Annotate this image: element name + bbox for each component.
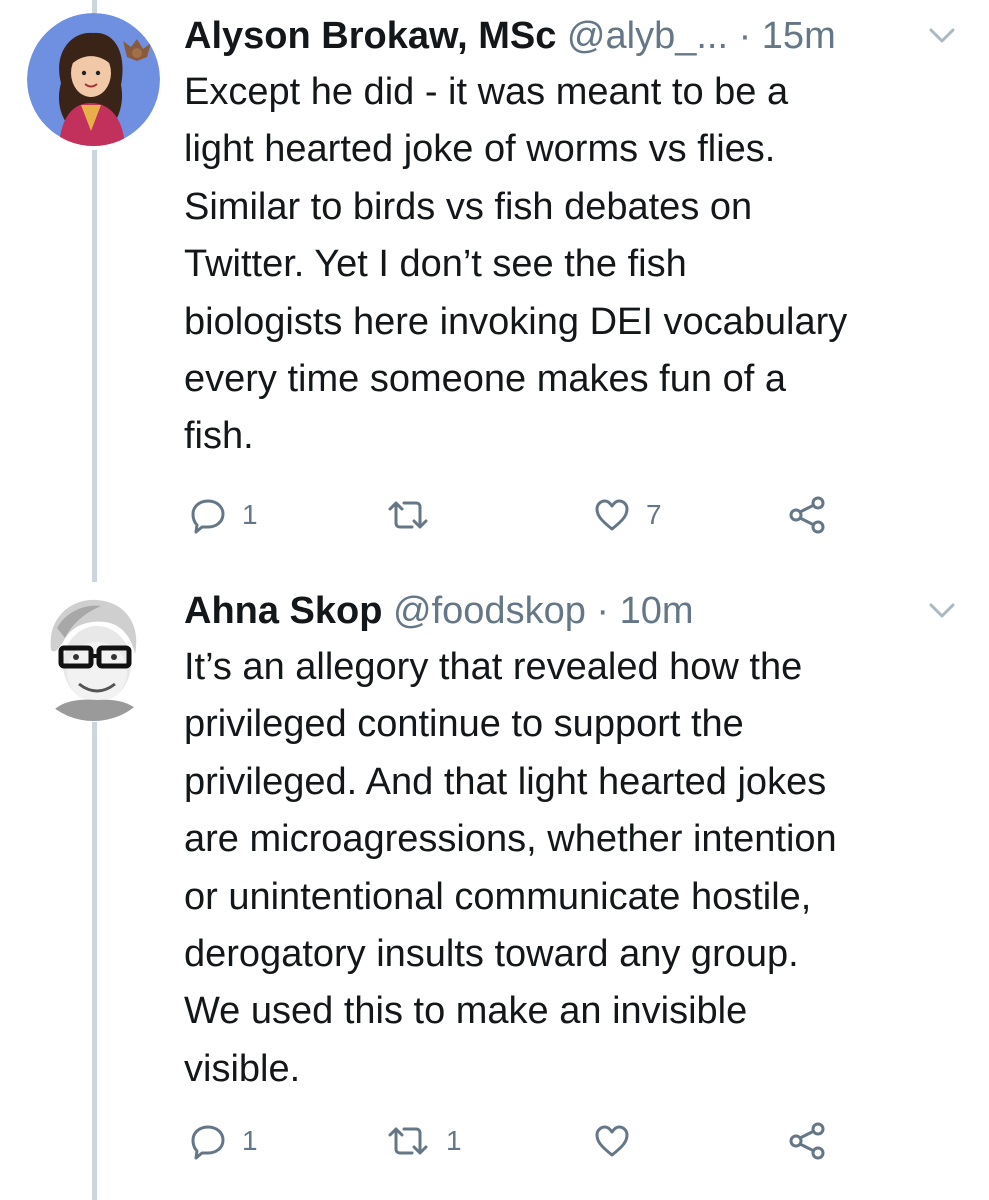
reply-count: 1 bbox=[242, 1125, 258, 1156]
like-button[interactable]: 7 bbox=[592, 490, 662, 540]
avatar[interactable] bbox=[27, 588, 160, 721]
author-handle[interactable]: @foodskop bbox=[393, 590, 586, 632]
retweet-button[interactable] bbox=[384, 490, 446, 540]
tweet-text: Except he did - it was meant to be a lig… bbox=[184, 71, 848, 458]
share-icon bbox=[786, 1119, 830, 1163]
separator-dot: · bbox=[596, 590, 610, 632]
heart-icon bbox=[592, 1121, 632, 1161]
reply-button[interactable]: 1 bbox=[188, 1116, 258, 1166]
tweet-actions: 1 7 bbox=[184, 490, 884, 540]
share-icon bbox=[786, 493, 830, 537]
author-handle[interactable]: @alyb_... bbox=[567, 15, 728, 57]
timestamp[interactable]: 15m bbox=[762, 15, 836, 57]
retweet-button[interactable]: 1 bbox=[384, 1116, 462, 1166]
tweet-text: It’s an allegory that revealed how the p… bbox=[184, 646, 837, 1090]
reply-icon bbox=[188, 1121, 228, 1161]
like-button[interactable] bbox=[592, 1116, 646, 1166]
reply-button[interactable]: 1 bbox=[188, 490, 258, 540]
chevron-down-icon[interactable] bbox=[925, 593, 959, 627]
heart-icon bbox=[592, 495, 632, 535]
author-name[interactable]: Alyson Brokaw, MSc bbox=[184, 15, 556, 57]
share-button[interactable] bbox=[786, 490, 830, 540]
author-name[interactable]: Ahna Skop bbox=[184, 590, 382, 632]
tweet-actions: 1 1 bbox=[184, 1116, 884, 1166]
retweet-icon bbox=[384, 1121, 432, 1161]
like-count: 7 bbox=[646, 499, 662, 530]
separator-dot: · bbox=[738, 15, 752, 57]
tweet-header: Ahna Skop @foodskop · 10m bbox=[184, 585, 959, 637]
tweet-header: Alyson Brokaw, MSc @alyb_... · 15m bbox=[184, 10, 959, 62]
reply-count: 1 bbox=[242, 499, 258, 530]
timestamp[interactable]: 10m bbox=[620, 590, 694, 632]
avatar[interactable] bbox=[27, 13, 160, 146]
share-button[interactable] bbox=[786, 1116, 830, 1166]
reply-icon bbox=[188, 495, 228, 535]
chevron-down-icon[interactable] bbox=[925, 18, 959, 52]
tweet[interactable]: Alyson Brokaw, MSc @alyb_... · 15m Excep… bbox=[0, 0, 989, 575]
retweet-icon bbox=[384, 495, 432, 535]
tweet[interactable]: Ahna Skop @foodskop · 10m It’s an allego… bbox=[0, 575, 989, 1200]
retweet-count: 1 bbox=[446, 1125, 462, 1156]
